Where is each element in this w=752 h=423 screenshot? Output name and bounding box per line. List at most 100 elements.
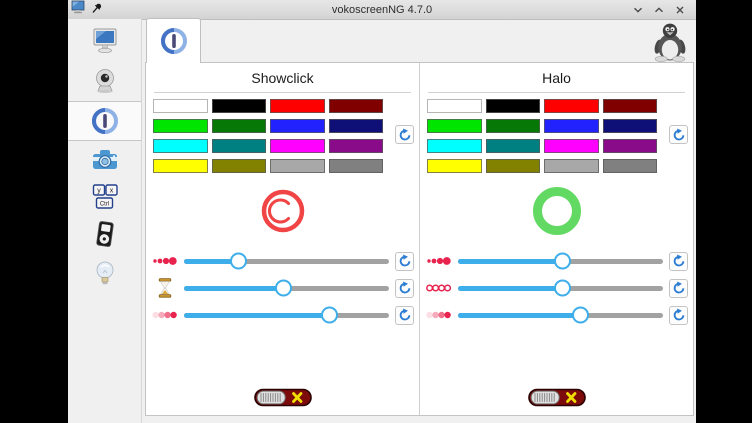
maximize-button[interactable] [653,4,665,16]
color-swatch[interactable] [212,119,267,133]
toggle-off-button[interactable] [254,388,312,407]
panel-title: Showclick [146,70,419,86]
undo-arrow-icon [672,128,686,142]
hourglass-icon [152,278,178,298]
slider-reset-button[interactable] [669,306,688,325]
slider-handle[interactable] [554,253,571,270]
toggle-off-button[interactable] [528,388,586,407]
sidebar-item-player[interactable] [68,215,141,253]
app-icon [71,0,85,19]
close-icon [674,4,686,16]
header-divider [428,92,685,93]
camera-icon [91,146,119,174]
svg-text:Ctrl: Ctrl [99,201,108,207]
color-swatch[interactable] [329,139,384,153]
color-swatch[interactable] [544,99,599,113]
color-swatch[interactable] [270,119,325,133]
app-window: vokoscreenNG 4.7.0 [68,0,696,423]
color-swatch[interactable] [212,139,267,153]
pin-icon[interactable] [91,1,103,19]
color-swatch[interactable] [544,119,599,133]
tab-showclick[interactable] [146,18,201,63]
svg-text:y: y [97,188,101,195]
sidebar-item-webcam[interactable] [68,61,141,101]
color-grid [153,99,383,173]
sliders [146,251,419,325]
slider-fill [184,286,282,291]
color-swatch[interactable] [153,159,208,173]
slider-handle[interactable] [321,307,338,324]
slider[interactable] [458,286,663,291]
undo-arrow-icon [398,281,412,295]
undo-arrow-icon [398,254,412,268]
settings-pane: Showclick Halo [145,62,694,416]
palette-reset-button[interactable] [669,125,688,144]
slider-reset-button[interactable] [395,252,414,271]
color-swatch[interactable] [486,139,541,153]
window-title: vokoscreenNG 4.7.0 [68,4,696,16]
color-swatch[interactable] [270,99,325,113]
color-swatch[interactable] [329,99,384,113]
toggle-off-icon [528,388,586,407]
color-swatch[interactable] [486,159,541,173]
slider-reset-button[interactable] [395,306,414,325]
undo-arrow-icon [398,308,412,322]
color-grid [427,99,657,173]
color-swatch[interactable] [427,139,482,153]
color-swatch[interactable] [544,159,599,173]
slider-reset-button[interactable] [669,279,688,298]
panel-title: Halo [420,70,693,86]
slider[interactable] [184,259,389,264]
close-button[interactable] [674,4,686,16]
lightbulb-icon [91,259,119,287]
color-swatch[interactable] [153,119,208,133]
color-swatch[interactable] [603,159,658,173]
undo-arrow-icon [672,254,686,268]
undo-arrow-icon [672,308,686,322]
rings-icon [426,282,452,294]
slider[interactable] [458,313,663,318]
chevron-up-icon [653,4,665,16]
sidebar-item-info[interactable] [68,253,141,293]
color-swatch[interactable] [153,99,208,113]
slider-handle[interactable] [572,307,589,324]
slider-handle[interactable] [275,280,292,297]
slider[interactable] [184,313,389,318]
color-swatch[interactable] [427,119,482,133]
slider-row [420,251,693,271]
color-swatch[interactable] [486,119,541,133]
palette-reset-button[interactable] [395,125,414,144]
minimize-button[interactable] [632,4,644,16]
color-swatch[interactable] [329,159,384,173]
showclick-logo-icon [159,26,189,56]
slider[interactable] [458,259,663,264]
slider[interactable] [184,286,389,291]
slider-reset-button[interactable] [395,279,414,298]
color-swatch[interactable] [270,139,325,153]
slider-handle[interactable] [554,280,571,297]
settings-panel-showclick: Showclick [146,63,419,415]
color-swatch[interactable] [427,99,482,113]
fading-dots-icon [152,309,178,321]
color-swatch[interactable] [212,159,267,173]
sidebar-item-screen[interactable] [68,21,141,61]
color-swatch[interactable] [329,119,384,133]
color-swatch[interactable] [603,99,658,113]
sidebar-item-screenshot[interactable] [68,141,141,179]
color-swatch[interactable] [603,139,658,153]
color-swatch[interactable] [486,99,541,113]
color-swatch[interactable] [427,159,482,173]
color-swatch[interactable] [544,139,599,153]
color-swatch[interactable] [153,139,208,153]
color-swatch[interactable] [270,159,325,173]
undo-arrow-icon [398,128,412,142]
color-swatch[interactable] [212,99,267,113]
color-swatch[interactable] [603,119,658,133]
slider-row [420,278,693,298]
sidebar-item-showclick[interactable] [68,101,141,141]
growing-dots-icon [152,255,178,267]
slider-reset-button[interactable] [669,252,688,271]
slider-handle[interactable] [230,253,247,270]
sidebar-item-hotkeys[interactable]: yxCtrl [68,179,141,215]
settings-panel-halo: Halo [419,63,693,415]
